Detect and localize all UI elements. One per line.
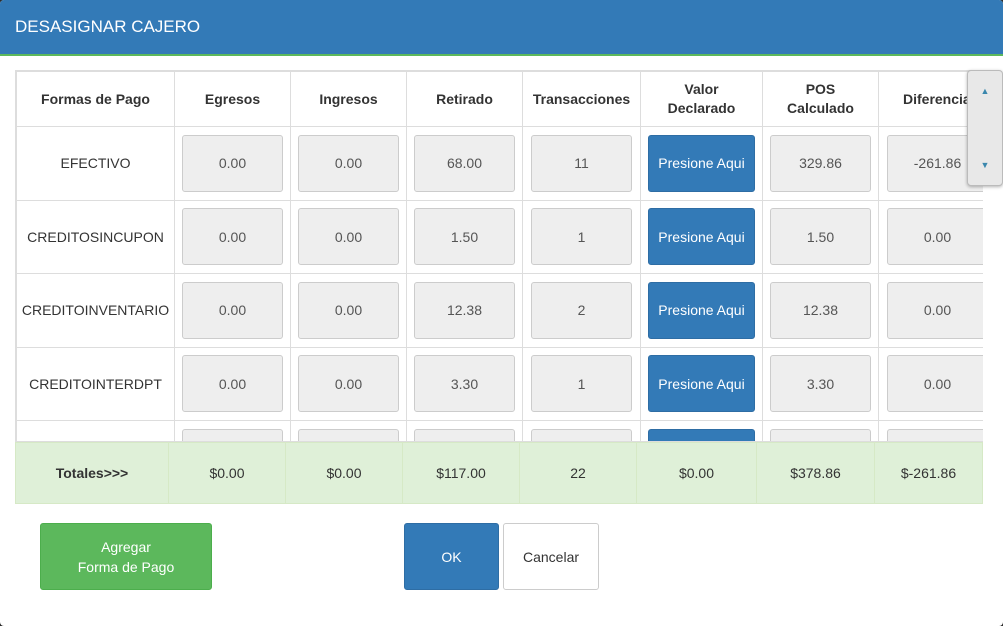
forma-de-pago-cell: CREDITOSINCUPON	[16, 199, 175, 274]
col-header-ingresos: Ingresos	[290, 71, 407, 127]
scroll-control[interactable]: ▲ ▼	[967, 70, 1003, 186]
agregar-label-line1: Agregar	[101, 538, 151, 555]
modal-title: DESASIGNAR CAJERO	[15, 17, 201, 36]
table-row: CREDITOINVENTARIO 0.00 0.00 12.38 2 Pres…	[16, 273, 983, 348]
total-transacciones: 22	[520, 443, 637, 503]
table-row: CREDITOSINCUPON 0.00 0.00 1.50 1 Presion…	[16, 199, 983, 274]
retirado-field	[414, 428, 515, 441]
col-header-pos-calculado: POS Calculado	[762, 71, 879, 127]
desasignar-cajero-modal: DESASIGNAR CAJERO Formas de Pago Egresos…	[0, 0, 1003, 626]
col-header-egresos: Egresos	[174, 71, 291, 127]
diferencia-field: 0.00	[887, 208, 983, 266]
presione-aqui-button[interactable]: Presione Aqui	[648, 208, 755, 266]
payment-table: Formas de Pago Egresos Ingresos Retirado…	[16, 71, 983, 441]
ingresos-field: 0.00	[298, 208, 399, 266]
total-pos-calculado: $378.86	[757, 443, 875, 503]
retirado-field: 1.50	[414, 208, 515, 266]
diferencia-field: 0.00	[887, 281, 983, 339]
transacciones-field	[531, 428, 632, 441]
scroll-down-icon[interactable]: ▼	[968, 155, 1002, 175]
pos-calculado-field: 12.38	[770, 281, 871, 339]
table-row: EFECTIVO 0.00 0.00 68.00 11 Presione Aqu…	[16, 126, 983, 201]
total-diferencia: $-261.86	[900, 465, 957, 481]
forma-de-pago-cell: CREDITOINVENTARIO	[16, 273, 175, 348]
diferencia-field	[887, 428, 983, 441]
diferencia-field: 0.00	[887, 355, 983, 413]
col-header-retirado: Retirado	[406, 71, 523, 127]
forma-de-pago-cell: EFECTIVO	[16, 126, 175, 201]
presione-aqui-button[interactable]: Presione Aqui	[648, 134, 755, 192]
col-header-valor-declarado: Valor Declarado	[640, 71, 763, 127]
total-egresos: $0.00	[169, 443, 286, 503]
ingresos-field	[298, 428, 399, 441]
egresos-field: 0.00	[182, 355, 283, 413]
col-header-formas: Formas de Pago	[16, 71, 175, 127]
egresos-field: 0.00	[182, 208, 283, 266]
col-header-transacciones: Transacciones	[522, 71, 641, 127]
egresos-field: 0.00	[182, 281, 283, 339]
presione-aqui-button[interactable]: Presione Aqui	[648, 355, 755, 413]
table-header-row: Formas de Pago Egresos Ingresos Retirado…	[16, 71, 983, 127]
scroll-up-icon[interactable]: ▲	[968, 81, 1002, 101]
egresos-field: 0.00	[182, 134, 283, 192]
ingresos-field: 0.00	[298, 281, 399, 339]
totals-label: Totales>>>	[16, 443, 169, 503]
cancel-button[interactable]: Cancelar	[503, 523, 599, 590]
payment-table-container[interactable]: Formas de Pago Egresos Ingresos Retirado…	[15, 70, 983, 442]
total-ingresos: $0.00	[286, 443, 403, 503]
table-row-partial	[16, 420, 983, 441]
total-valor-declarado: $0.00	[637, 443, 757, 503]
transacciones-field: 1	[531, 208, 632, 266]
agregar-forma-de-pago-button[interactable]: Agregar Forma de Pago	[40, 523, 212, 590]
retirado-field: 12.38	[414, 281, 515, 339]
presione-aqui-button[interactable]: Presione Aqui	[648, 281, 755, 339]
total-retirado: $117.00	[403, 443, 520, 503]
presione-aqui-button[interactable]	[648, 428, 755, 441]
retirado-field: 68.00	[414, 134, 515, 192]
pos-calculado-field: 1.50	[770, 208, 871, 266]
ingresos-field: 0.00	[298, 355, 399, 413]
pos-calculado-field: 329.86	[770, 134, 871, 192]
table-row: CREDITOINTERDPT 0.00 0.00 3.30 1 Presion…	[16, 346, 983, 421]
ingresos-field: 0.00	[298, 134, 399, 192]
pos-calculado-field	[770, 428, 871, 441]
forma-de-pago-cell: CREDITOINTERDPT	[16, 346, 175, 421]
agregar-label-line2: Forma de Pago	[77, 558, 175, 575]
transacciones-field: 11	[531, 134, 632, 192]
retirado-field: 3.30	[414, 355, 515, 413]
ok-button[interactable]: OK	[404, 523, 499, 590]
pos-calculado-field: 3.30	[770, 355, 871, 413]
transacciones-field: 2	[531, 281, 632, 339]
modal-header: DESASIGNAR CAJERO	[0, 0, 1003, 56]
totals-row: Totales>>> $0.00 $0.00 $117.00 22 $0.00 …	[15, 442, 983, 504]
transacciones-field: 1	[531, 355, 632, 413]
egresos-field	[182, 428, 283, 441]
